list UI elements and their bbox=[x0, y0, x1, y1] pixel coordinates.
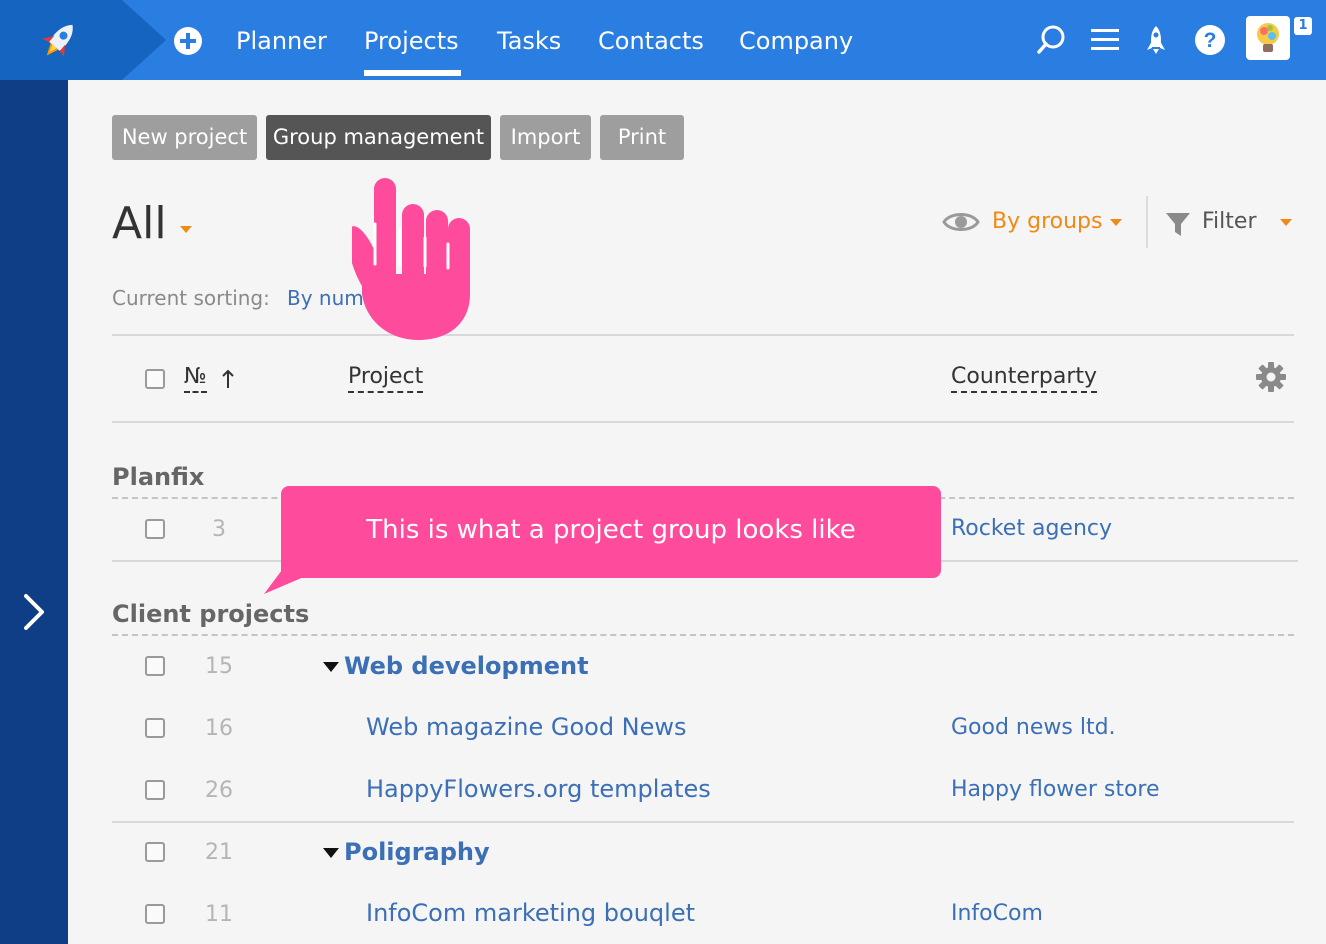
new-project-button[interactable]: New project bbox=[112, 115, 257, 160]
row-checkbox[interactable] bbox=[145, 904, 165, 924]
view-dropdown-icon[interactable] bbox=[178, 224, 194, 234]
nav-item-planner[interactable]: Planner bbox=[236, 24, 327, 58]
collapse-triangle-icon[interactable] bbox=[322, 847, 340, 859]
by-groups-dropdown-icon[interactable] bbox=[1108, 217, 1124, 227]
project-parent-link[interactable]: Poligraphy bbox=[344, 838, 490, 866]
tooltip-tail bbox=[264, 570, 320, 594]
pointing-hand-icon bbox=[352, 178, 470, 340]
group-header-client-projects: Client projects bbox=[112, 600, 310, 628]
notification-badge: 1 bbox=[1294, 17, 1312, 35]
svg-text:?: ? bbox=[1204, 29, 1217, 52]
rocket-icon[interactable] bbox=[1142, 24, 1170, 56]
add-new-icon[interactable] bbox=[173, 26, 203, 56]
view-divider bbox=[1146, 196, 1148, 248]
row-checkbox[interactable] bbox=[145, 656, 165, 676]
expand-sidebar-icon[interactable] bbox=[20, 592, 48, 632]
filter-icon[interactable] bbox=[1164, 210, 1192, 238]
rocket-logo-icon[interactable] bbox=[34, 18, 84, 64]
nav-item-tasks[interactable]: Tasks bbox=[497, 24, 561, 58]
nav-item-contacts[interactable]: Contacts bbox=[598, 24, 704, 58]
eye-icon[interactable] bbox=[942, 207, 980, 237]
sorting-label: Current sorting: bbox=[112, 286, 270, 310]
menu-icon[interactable] bbox=[1089, 26, 1121, 54]
row-counterparty[interactable]: InfoCom bbox=[951, 901, 1043, 926]
gear-icon[interactable] bbox=[1255, 361, 1287, 393]
select-all-checkbox[interactable] bbox=[145, 369, 165, 389]
row-number: 26 bbox=[205, 778, 233, 803]
tooltip-text: This is what a project group looks like bbox=[366, 515, 856, 545]
row-counterparty[interactable]: Good news ltd. bbox=[951, 715, 1116, 740]
group-divider bbox=[112, 634, 1294, 636]
row-checkbox[interactable] bbox=[145, 519, 165, 539]
view-title[interactable]: All bbox=[112, 196, 167, 252]
row-counterparty[interactable]: Happy flower store bbox=[951, 777, 1160, 802]
sort-ascending-icon[interactable] bbox=[220, 368, 236, 390]
row-number: 15 bbox=[205, 654, 233, 679]
import-button[interactable]: Import bbox=[500, 115, 591, 160]
divider bbox=[112, 421, 1294, 423]
divider bbox=[112, 821, 1294, 823]
project-link[interactable]: HappyFlowers.org templates bbox=[366, 775, 711, 803]
project-link[interactable]: InfoCom marketing bouqlet bbox=[366, 899, 695, 927]
row-checkbox[interactable] bbox=[145, 842, 165, 862]
avatar-bulb-icon bbox=[1257, 23, 1279, 52]
column-counterparty-header[interactable]: Counterparty bbox=[951, 363, 1098, 393]
nav-active-indicator bbox=[364, 70, 461, 76]
logo-area-arrow bbox=[122, 0, 166, 80]
row-number: 21 bbox=[205, 840, 233, 865]
print-button[interactable]: Print bbox=[600, 115, 684, 160]
row-number: 16 bbox=[205, 716, 233, 741]
filter-dropdown-icon[interactable] bbox=[1278, 217, 1294, 227]
column-project-header[interactable]: Project bbox=[348, 363, 424, 393]
group-management-button[interactable]: Group management bbox=[266, 115, 491, 160]
avatar[interactable] bbox=[1246, 16, 1290, 60]
nav-item-company[interactable]: Company bbox=[739, 24, 853, 58]
nav-item-projects[interactable]: Projects bbox=[364, 24, 459, 58]
help-icon[interactable]: ? bbox=[1194, 24, 1226, 56]
filter-button[interactable]: Filter bbox=[1202, 208, 1256, 236]
search-icon[interactable] bbox=[1036, 24, 1068, 56]
project-parent-link[interactable]: Web development bbox=[344, 652, 589, 680]
divider bbox=[112, 334, 1294, 336]
by-groups-selector[interactable]: By groups bbox=[992, 208, 1102, 236]
left-sidebar bbox=[0, 80, 68, 944]
collapse-triangle-icon[interactable] bbox=[322, 661, 340, 673]
column-number-header[interactable]: № bbox=[184, 363, 207, 393]
project-link[interactable]: Web magazine Good News bbox=[366, 713, 687, 741]
row-checkbox[interactable] bbox=[145, 780, 165, 800]
row-checkbox[interactable] bbox=[145, 718, 165, 738]
row-number: 3 bbox=[212, 517, 226, 542]
row-number: 11 bbox=[205, 902, 233, 927]
group-header-planfix: Planfix bbox=[112, 463, 205, 491]
row-counterparty[interactable]: Rocket agency bbox=[951, 516, 1112, 541]
